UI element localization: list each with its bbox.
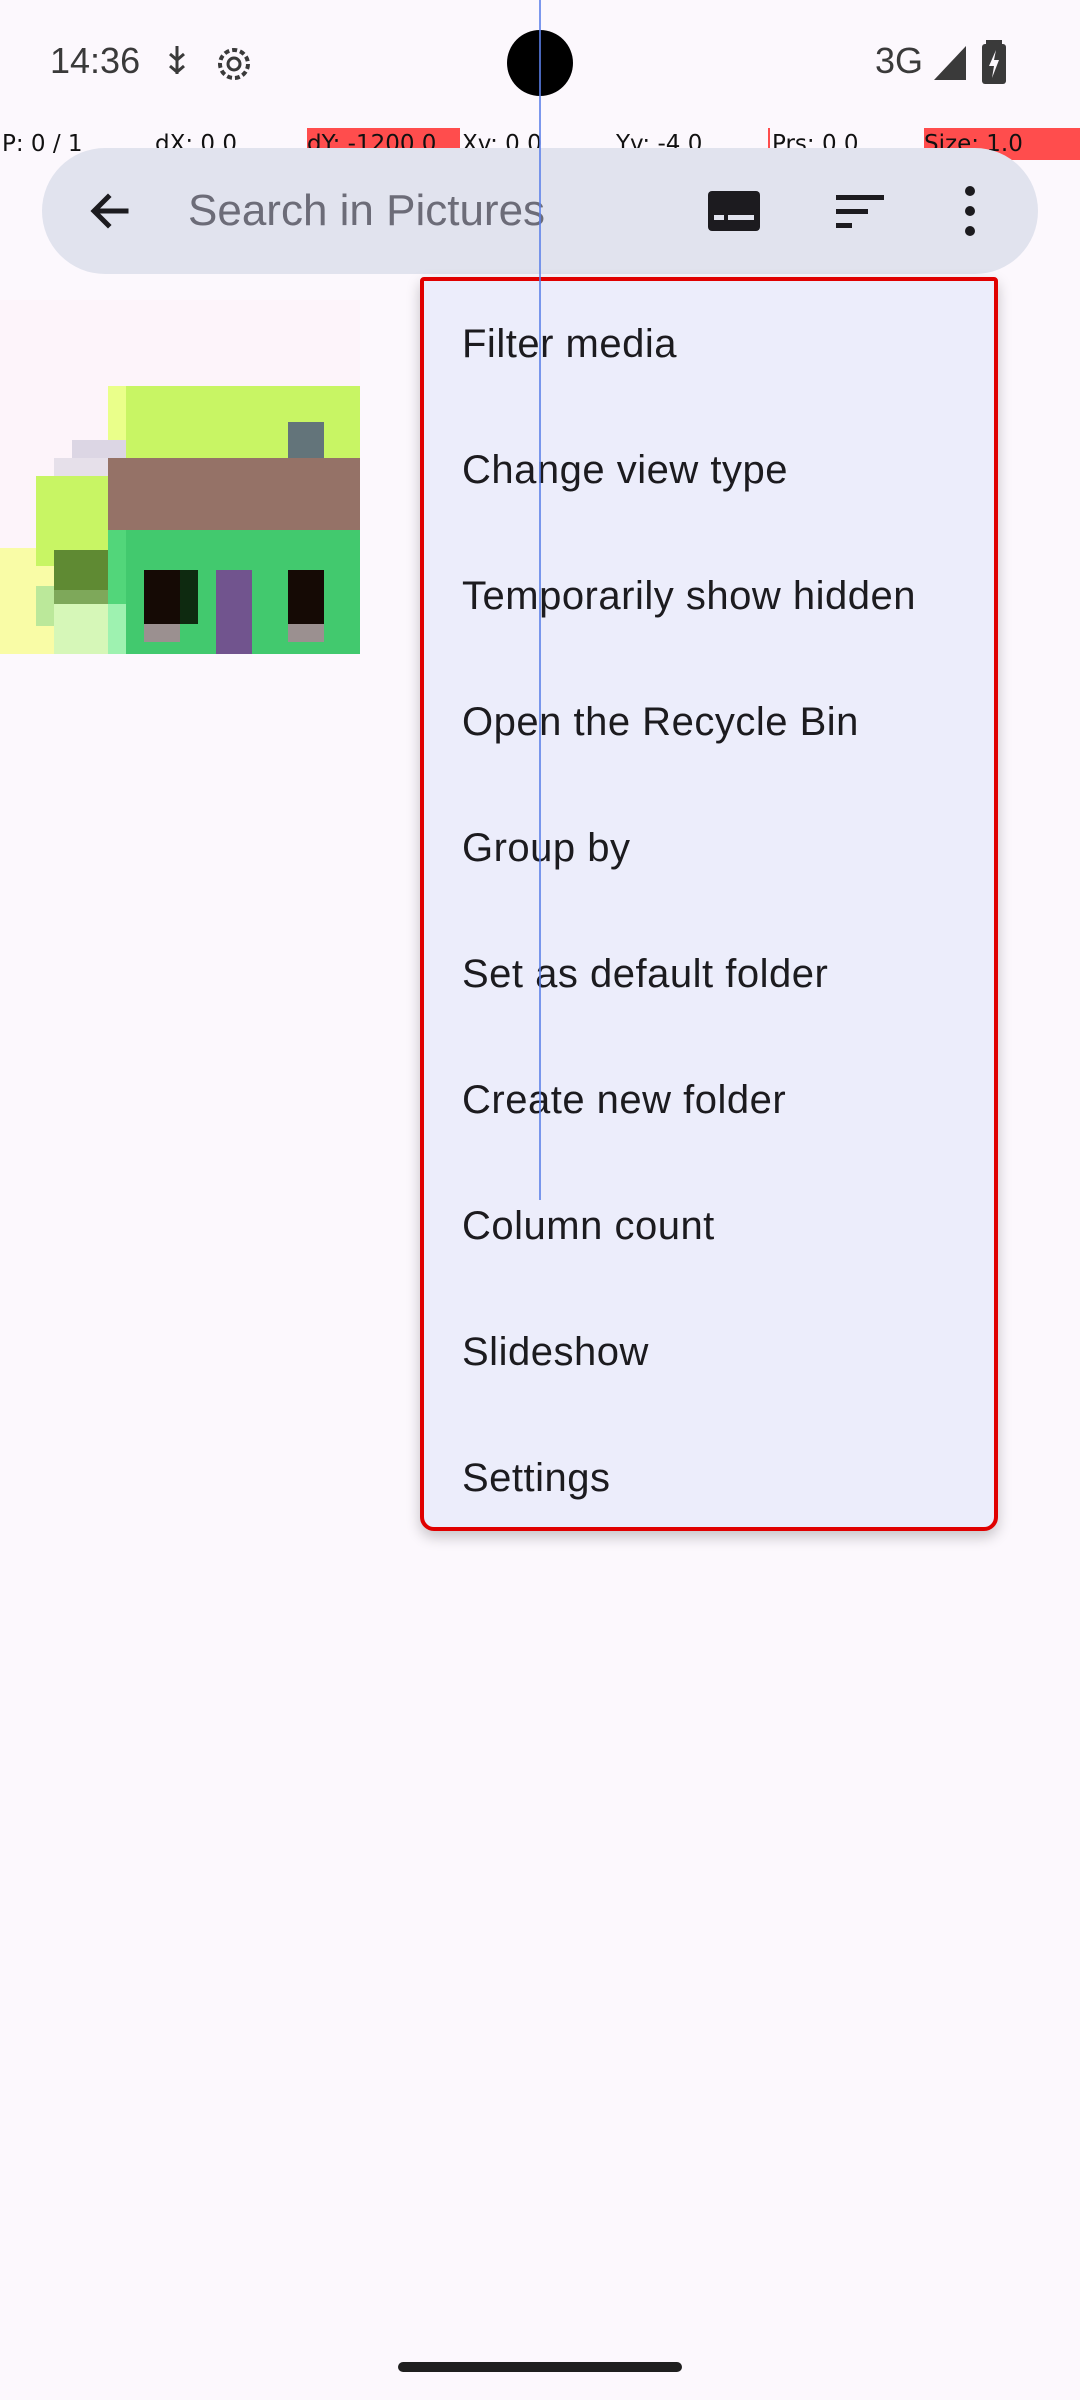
settings-gear-icon — [214, 44, 254, 89]
menu-item-settings[interactable]: Settings — [424, 1415, 994, 1541]
status-time: 14:36 — [50, 40, 141, 81]
more-vert-icon[interactable] — [938, 179, 1002, 243]
battery-charging-icon — [982, 40, 1006, 89]
sort-icon[interactable] — [828, 179, 892, 243]
overflow-menu: Filter media Change view type Temporaril… — [420, 277, 998, 1531]
menu-item-open-recycle-bin[interactable]: Open the Recycle Bin — [424, 659, 994, 785]
subtitles-icon[interactable] — [702, 179, 766, 243]
network-type: 3G — [875, 40, 924, 81]
signal-icon — [932, 42, 968, 87]
debug-pointers: P: 0 / 1 — [2, 131, 83, 157]
search-input[interactable] — [188, 176, 668, 246]
menu-item-group-by[interactable]: Group by — [424, 785, 994, 911]
gesture-nav-handle[interactable] — [398, 2362, 682, 2372]
menu-item-slideshow[interactable]: Slideshow — [424, 1289, 994, 1415]
back-arrow-icon[interactable] — [78, 179, 142, 243]
menu-item-change-view-type[interactable]: Change view type — [424, 407, 994, 533]
pointer-trace-line — [539, 0, 541, 1200]
menu-item-temporarily-show-hidden[interactable]: Temporarily show hidden — [424, 533, 994, 659]
menu-item-column-count[interactable]: Column count — [424, 1163, 994, 1289]
menu-item-create-new-folder[interactable]: Create new folder — [424, 1037, 994, 1163]
menu-item-set-default-folder[interactable]: Set as default folder — [424, 911, 994, 1037]
media-thumbnail[interactable] — [0, 300, 360, 654]
usb-debug-icon — [164, 44, 190, 89]
menu-item-filter-media[interactable]: Filter media — [424, 281, 994, 407]
